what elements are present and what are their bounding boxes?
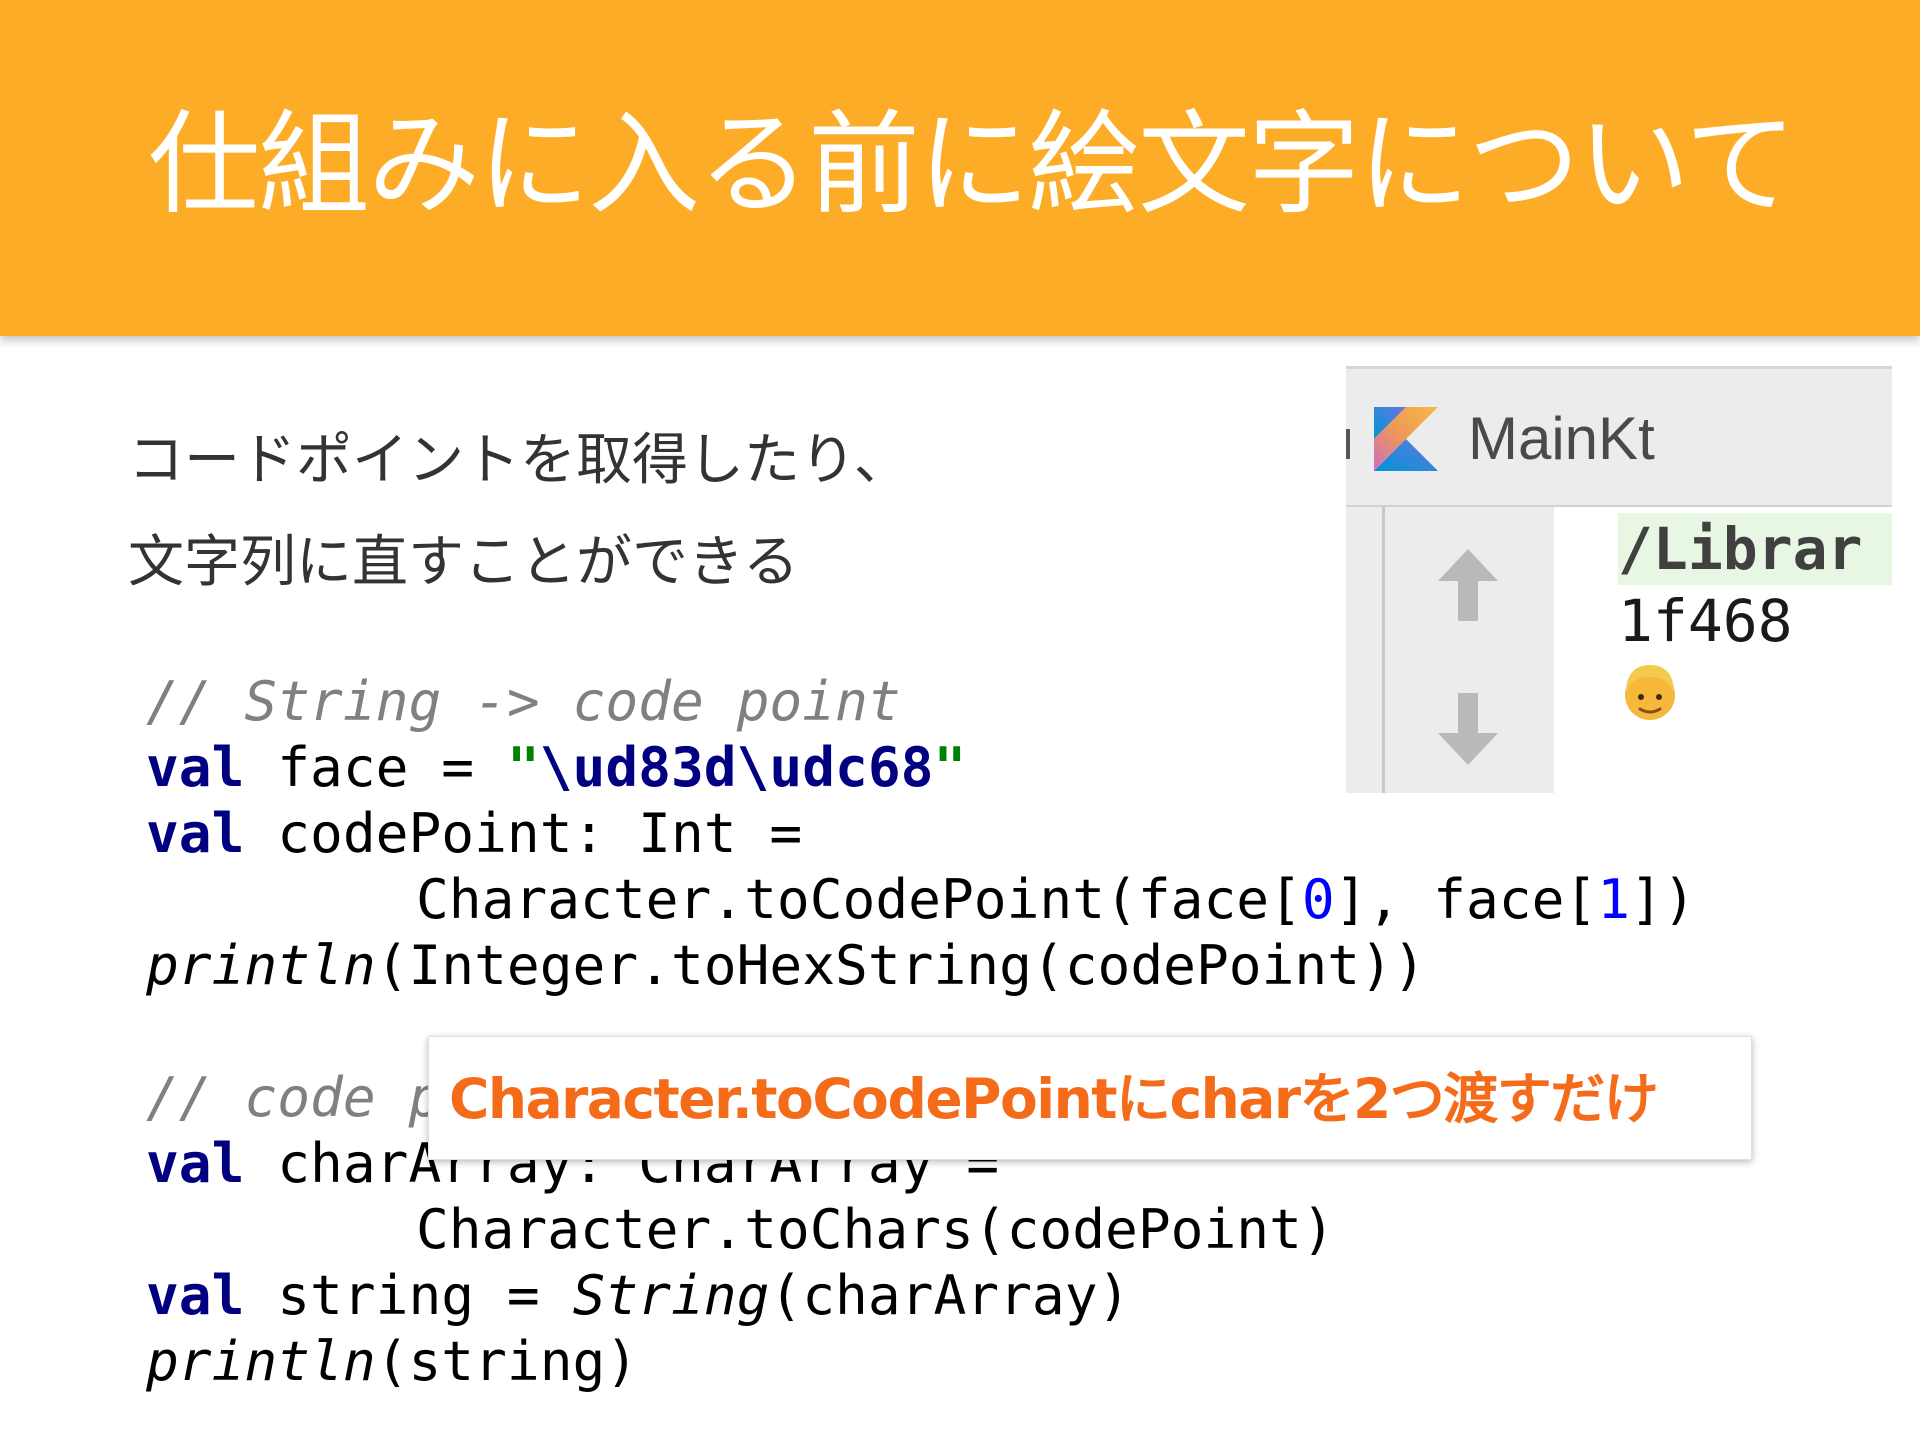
man-face-emoji bbox=[1625, 665, 1675, 720]
callout-text: Character.toCodePointにcharを2つ渡すだけ bbox=[449, 1067, 1659, 1131]
code-text: face = bbox=[244, 735, 507, 799]
arrow-up-icon[interactable] bbox=[1432, 545, 1504, 625]
code-text: codePoint: Int = bbox=[244, 801, 803, 865]
slide-title-bar: 仕組みに入る前に絵文字について bbox=[0, 0, 1920, 336]
code-text: ]) bbox=[1630, 867, 1696, 931]
code-text: ], face[ bbox=[1334, 867, 1598, 931]
run-tab[interactable]: MainKt bbox=[1346, 369, 1892, 507]
callout-box: Character.toCodePointにcharを2つ渡すだけ bbox=[428, 1036, 1752, 1160]
console-line-hex: 1f468 bbox=[1618, 587, 1793, 655]
code-string-quote: " bbox=[933, 735, 967, 799]
code-comment: // String -> code point bbox=[146, 669, 901, 733]
code-function: println bbox=[146, 933, 376, 997]
tab-edge bbox=[1346, 429, 1350, 459]
code-keyword: val bbox=[146, 801, 245, 865]
code-number: 0 bbox=[1301, 867, 1335, 931]
arrow-down-icon[interactable] bbox=[1432, 689, 1504, 769]
code-escape: \ud83d bbox=[539, 735, 737, 799]
code-text: Character.toCodePoint(face[ bbox=[416, 867, 1302, 931]
code-keyword: val bbox=[146, 1263, 245, 1327]
code-function: println bbox=[146, 1329, 376, 1393]
console-output: /Librar 1f468 bbox=[1618, 513, 1892, 729]
code-number: 1 bbox=[1597, 867, 1631, 931]
code-text: (string) bbox=[375, 1329, 639, 1393]
code-function: String bbox=[572, 1263, 770, 1327]
code-text: Character.toChars(codePoint) bbox=[416, 1197, 1335, 1261]
body-line-1: コードポイントを取得したり、 bbox=[128, 428, 910, 493]
ide-run-window-screenshot: MainKt /Librar 1f468 bbox=[1346, 366, 1892, 793]
code-keyword: val bbox=[146, 735, 245, 799]
code-escape: \udc68 bbox=[736, 735, 934, 799]
body-line-2: 文字列に直すことができる bbox=[128, 530, 799, 595]
gutter-divider bbox=[1382, 507, 1385, 793]
code-text: (charArray) bbox=[769, 1263, 1131, 1327]
run-config-name: MainKt bbox=[1468, 405, 1655, 472]
slide-title: 仕組みに入る前に絵文字について bbox=[148, 100, 1797, 230]
code-string-quote: " bbox=[506, 735, 540, 799]
kotlin-logo-icon bbox=[1374, 407, 1438, 471]
code-text: string = bbox=[244, 1263, 573, 1327]
slide-body: コードポイントを取得したり、 文字列に直すことができる bbox=[128, 410, 910, 614]
code-text: (Integer.toHexString(codePoint)) bbox=[375, 933, 1426, 997]
code-keyword: val bbox=[146, 1131, 245, 1195]
console-line-path: /Librar bbox=[1618, 513, 1892, 585]
